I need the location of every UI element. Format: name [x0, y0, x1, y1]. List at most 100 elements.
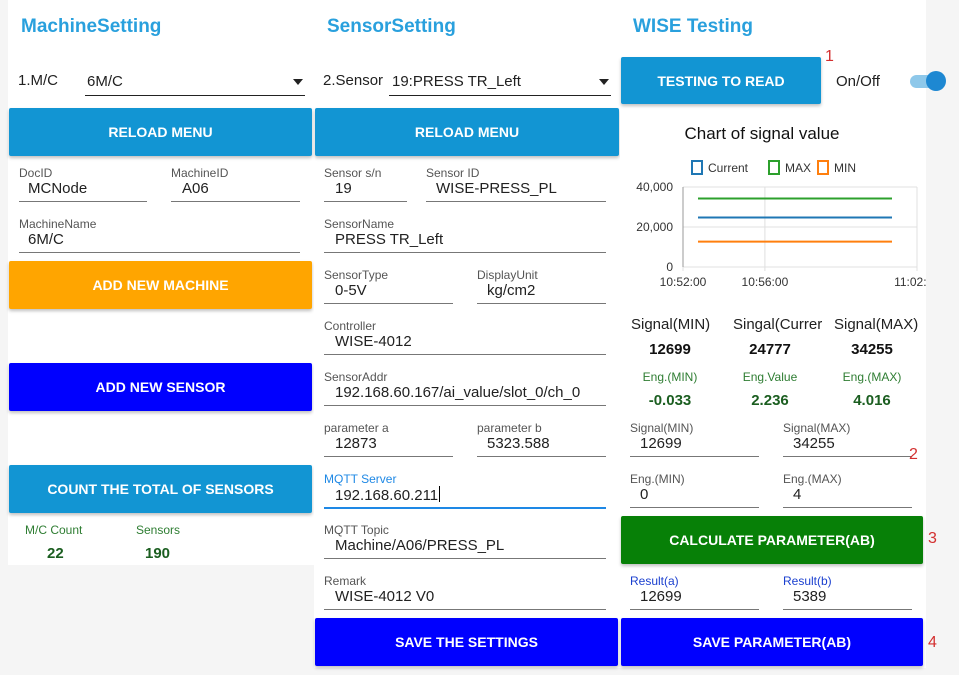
remark-label: Remark [324, 574, 367, 588]
mc-count-value: 22 [47, 545, 64, 562]
mc-select[interactable]: 6M/C [85, 70, 305, 96]
sensor-select[interactable]: 19:PRESS TR_Left [389, 70, 611, 96]
eng-value-header: Eng.Value [742, 370, 798, 384]
signal-min-value: 12699 [649, 341, 691, 358]
result-a-label: Result(a) [630, 574, 679, 588]
mc-count-label: M/C Count [25, 523, 83, 537]
controller-field[interactable]: WISE-4012 [335, 333, 412, 350]
input-eng-min-underline [630, 507, 759, 508]
input-signal-max-field[interactable]: 34255 [793, 435, 835, 452]
signal-current-header: Singal(Currer [733, 316, 823, 333]
save-parameter-button[interactable]: SAVE PARAMETER(AB) [621, 618, 923, 666]
input-signal-min-underline [630, 456, 759, 457]
machineid-underline [171, 201, 300, 202]
calculate-parameter-button[interactable]: CALCULATE PARAMETER(AB) [621, 516, 923, 564]
chevron-down-icon [293, 79, 303, 85]
y-tick-label: 20,000 [636, 220, 673, 234]
machinename-field[interactable]: 6M/C [28, 231, 64, 248]
parameter-b-underline [477, 456, 606, 457]
sensor-type-field[interactable]: 0-5V [335, 282, 367, 299]
machine-reload-menu-button[interactable]: RELOAD MENU [9, 108, 312, 156]
legend-label-current: Current [708, 161, 749, 175]
machinename-underline [19, 252, 300, 253]
mqtt-server-field[interactable]: 192.168.60.211 [335, 486, 441, 504]
marker-3: 3 [928, 530, 937, 547]
x-tick-label: 10:52:00 [660, 275, 707, 289]
sensor-reload-menu-button[interactable]: RELOAD MENU [315, 108, 619, 156]
legend-swatch-min [817, 160, 829, 175]
input-eng-max-field[interactable]: 4 [793, 486, 801, 503]
remark-underline [324, 609, 606, 610]
mc-select-underline [85, 95, 305, 96]
eng-min-value: -0.033 [648, 392, 692, 409]
docid-field[interactable]: MCNode [28, 180, 87, 197]
sensor-addr-underline [324, 405, 606, 406]
mqtt-server-underline [324, 507, 606, 509]
wise-testing-title: WISE Testing [633, 16, 753, 37]
add-new-machine-button[interactable]: ADD NEW MACHINE [9, 261, 312, 309]
input-eng-max-underline [783, 507, 912, 508]
sensor-name-underline [324, 252, 606, 253]
machine-setting-panel: MachineSetting 1.M/C 6M/C RELOAD MENU Do… [8, 0, 314, 565]
mqtt-server-label: MQTT Server [324, 472, 397, 486]
input-eng-min-label: Eng.(MIN) [630, 472, 685, 486]
sensor-sn-field[interactable]: 19 [335, 180, 352, 197]
testing-to-read-button[interactable]: TESTING TO READ [621, 57, 821, 104]
sensor-addr-field[interactable]: 192.168.60.167/ai_value/slot_0/ch_0 [335, 384, 580, 401]
mc-select-label: 1.M/C [18, 72, 59, 89]
input-signal-min-field[interactable]: 12699 [640, 435, 682, 452]
sensor-id-field[interactable]: WISE-PRESS_PL [436, 180, 557, 197]
eng-value-value: 2.236 [751, 392, 789, 409]
sensor-setting-panel: SensorSetting 2.Sensor 19:PRESS TR_Left … [314, 0, 620, 668]
display-unit-field[interactable]: kg/cm2 [487, 282, 535, 299]
sensor-sn-underline [324, 201, 407, 202]
input-eng-max-label: Eng.(MAX) [783, 472, 842, 486]
signal-chart: Chart of signal value Current MAX MIN 40,0… [636, 124, 926, 289]
count-sensors-button[interactable]: COUNT THE TOTAL OF SENSORS [9, 465, 312, 513]
sensors-count-value: 190 [145, 545, 171, 562]
signal-max-value: 34255 [851, 341, 893, 358]
input-eng-min-field[interactable]: 0 [640, 486, 648, 503]
sensor-sn-label: Sensor s/n [324, 166, 382, 180]
sensor-id-underline [426, 201, 606, 202]
mqtt-topic-label: MQTT Topic [324, 523, 389, 537]
result-b-label: Result(b) [783, 574, 832, 588]
chart-legend: Current MAX MIN [691, 160, 856, 175]
marker-1: 1 [825, 48, 834, 65]
parameter-b-field[interactable]: 5323.588 [487, 435, 550, 452]
save-settings-button[interactable]: SAVE THE SETTINGS [315, 618, 618, 666]
signal-max-header: Signal(MAX) [834, 316, 919, 333]
eng-max-header: Eng.(MAX) [842, 370, 902, 384]
machineid-label: MachineID [171, 166, 229, 180]
chart-plot-area: 40,000 20,000 010:52:00 10:56:00 11:02:00 [636, 180, 926, 289]
y-tick-label: 0 [666, 260, 673, 274]
sensor-select-value: 19:PRESS TR_Left [392, 73, 521, 90]
remark-field[interactable]: WISE-4012 V0 [335, 588, 434, 605]
on-off-toggle[interactable] [910, 71, 946, 91]
sensor-type-underline [324, 303, 453, 304]
input-signal-min-label: Signal(MIN) [630, 421, 694, 435]
sensor-name-label: SensorName [324, 217, 395, 231]
machineid-field[interactable]: A06 [182, 180, 209, 197]
mqtt-topic-field[interactable]: Machine/A06/PRESS_PL [335, 537, 504, 554]
legend-swatch-current [691, 160, 703, 175]
chart-title: Chart of signal value [685, 124, 840, 143]
chevron-down-icon [599, 79, 609, 85]
result-a-underline [630, 609, 759, 610]
marker-2: 2 [909, 446, 918, 463]
parameter-a-label: parameter a [324, 421, 389, 435]
toggle-knob [926, 71, 946, 91]
toggle-label: On/Off [836, 73, 880, 90]
result-b-field[interactable]: 5389 [793, 588, 826, 605]
y-tick-label: 40,000 [636, 180, 673, 194]
mqtt-topic-underline [324, 558, 606, 559]
sensor-name-field[interactable]: PRESS TR_Left [335, 231, 443, 248]
result-a-field[interactable]: 12699 [640, 588, 682, 605]
sensors-count-label: Sensors [136, 523, 181, 537]
parameter-a-field[interactable]: 12873 [335, 435, 377, 452]
sensor-setting-title: SensorSetting [327, 16, 456, 37]
signal-min-header: Signal(MIN) [631, 316, 711, 333]
docid-underline [19, 201, 147, 202]
add-new-sensor-button[interactable]: ADD NEW SENSOR [9, 363, 312, 411]
legend-swatch-max [768, 160, 780, 175]
